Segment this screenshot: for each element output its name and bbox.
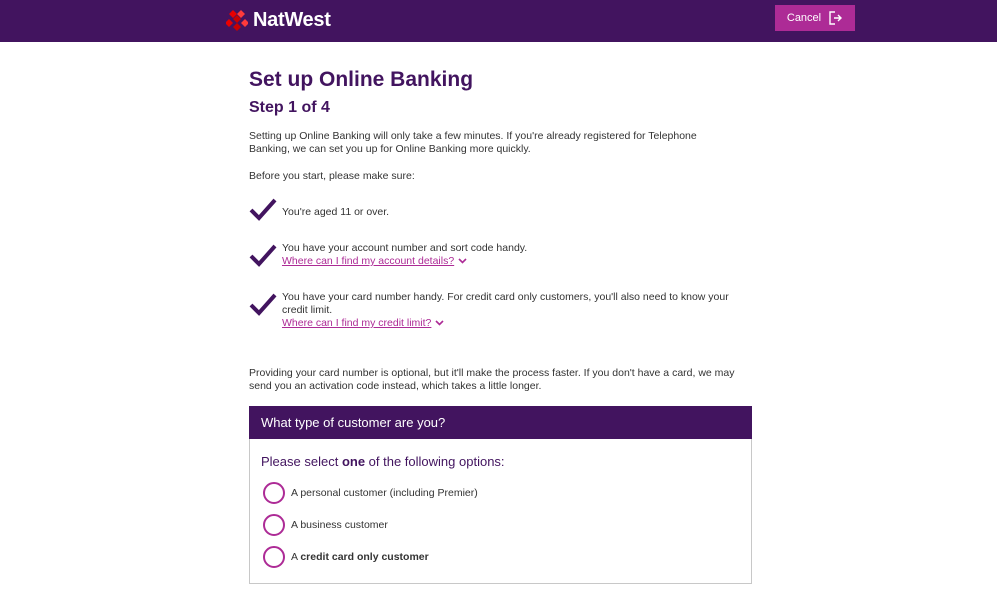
customer-type-panel: What type of customer are you? Please se…: [249, 406, 752, 584]
checkmark-icon: [249, 293, 277, 316]
option-personal-customer[interactable]: A personal customer (including Premier): [263, 481, 478, 505]
natwest-logo[interactable]: NatWest: [226, 8, 331, 32]
checklist-text-line-2: credit limit.: [282, 304, 333, 316]
checkmark-icon: [249, 198, 277, 221]
option-business-customer[interactable]: A business customer: [263, 513, 388, 537]
brand-name: NatWest: [253, 8, 331, 31]
radio-button[interactable]: [263, 482, 285, 504]
select-one-prompt: Please select one of the following optio…: [261, 454, 505, 469]
step-indicator: Step 1 of 4: [249, 99, 330, 116]
exit-icon: [829, 11, 843, 25]
option-credit-card-only-customer[interactable]: A credit card only customer: [263, 545, 429, 569]
top-bar: NatWest Cancel: [0, 0, 997, 42]
credit-limit-link[interactable]: Where can I find my credit limit?: [282, 317, 431, 329]
radio-button[interactable]: [263, 514, 285, 536]
before-start-text: Before you start, please make sure:: [249, 170, 415, 182]
checklist-text-line: You have your account number and sort co…: [282, 242, 528, 254]
account-details-link[interactable]: Where can I find my account details?: [282, 255, 454, 267]
checklist-text: You have your account number and sort co…: [282, 242, 747, 268]
cancel-label: Cancel: [786, 12, 822, 24]
panel-heading: What type of customer are you?: [249, 406, 752, 439]
natwest-cubes-icon: [226, 10, 248, 31]
chevron-down-icon[interactable]: [435, 320, 444, 326]
option-label: A personal customer (including Premier): [291, 487, 478, 499]
chevron-down-icon[interactable]: [458, 258, 467, 264]
page-title: Set up Online Banking: [249, 68, 474, 91]
option-label: A business customer: [291, 519, 388, 531]
checklist-text: You have your card number handy. For cre…: [282, 291, 747, 330]
option-label: A credit card only customer: [291, 551, 429, 563]
cancel-button[interactable]: Cancel: [775, 5, 855, 31]
card-optional-note: Providing your card number is optional, …: [249, 367, 735, 392]
checklist-text: You're aged 11 or over.: [282, 206, 390, 218]
radio-button[interactable]: [263, 546, 285, 568]
intro-text: Setting up Online Banking will only take…: [249, 130, 697, 155]
checkmark-icon: [249, 244, 277, 267]
checklist-text-line: You have your card number handy. For cre…: [282, 291, 729, 303]
